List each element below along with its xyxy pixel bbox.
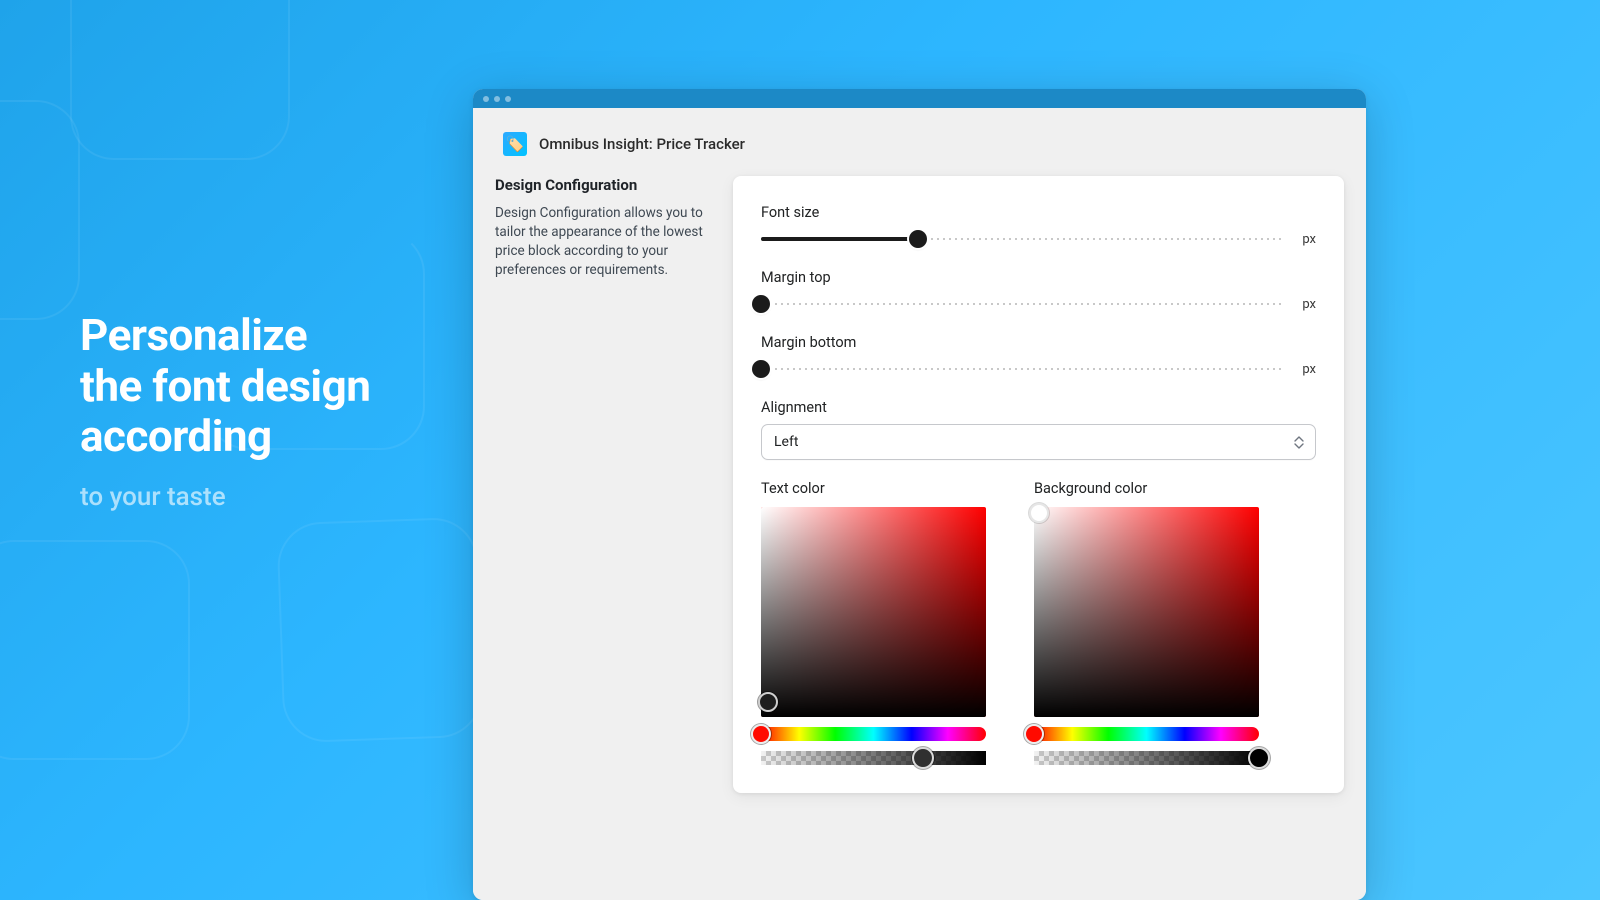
slider-rail: [761, 368, 1284, 371]
hero-headline-line: Personalize: [80, 309, 307, 361]
margin-bottom-unit: px: [1298, 362, 1316, 377]
sidebar-heading: Design Configuration: [495, 176, 715, 194]
hero-text: Personalize the font design according to…: [80, 310, 370, 512]
margin-bottom-slider[interactable]: [761, 359, 1284, 379]
slider-track: [761, 237, 918, 241]
select-chevrons-icon: [1293, 435, 1305, 449]
background-color-cursor[interactable]: [1029, 503, 1049, 523]
text-color-label: Text color: [761, 480, 986, 497]
text-color-hue-slider[interactable]: [761, 727, 986, 741]
window-control-zoom-icon[interactable]: [505, 96, 511, 102]
margin-top-label: Margin top: [761, 269, 1316, 286]
font-size-slider[interactable]: [761, 229, 1284, 249]
margin-top-field: Margin top px: [761, 269, 1316, 314]
font-size-unit: px: [1298, 232, 1316, 247]
background-color-label: Background color: [1034, 480, 1259, 497]
text-color-cursor[interactable]: [758, 692, 778, 712]
app-window: 🏷️ Omnibus Insight: Price Tracker Design…: [473, 89, 1366, 900]
margin-top-slider[interactable]: [761, 294, 1284, 314]
alignment-label: Alignment: [761, 399, 1316, 416]
slider-rail: [761, 303, 1284, 306]
text-color-saturation-area[interactable]: [761, 507, 986, 717]
bg-shape: [0, 540, 190, 760]
alignment-field: Alignment Left: [761, 399, 1316, 460]
app-tag-icon: 🏷️: [503, 132, 527, 156]
app-title: Omnibus Insight: Price Tracker: [539, 135, 745, 153]
bg-shape: [276, 517, 484, 744]
bg-shape: [0, 100, 80, 320]
swatch-black-layer: [1034, 507, 1259, 717]
hero-headline-line: the font design: [80, 360, 370, 412]
background-color-picker: Background color: [1034, 480, 1259, 765]
font-size-label: Font size: [761, 204, 1316, 221]
app-body: 🏷️ Omnibus Insight: Price Tracker Design…: [473, 108, 1366, 900]
color-pickers-row: Text color: [761, 480, 1316, 765]
window-titlebar: [473, 89, 1366, 108]
alpha-thumb[interactable]: [912, 747, 934, 769]
background-color-hue-slider[interactable]: [1034, 727, 1259, 741]
hue-thumb[interactable]: [1024, 724, 1044, 744]
background-color-alpha-slider[interactable]: [1034, 751, 1259, 765]
text-color-alpha-slider[interactable]: [761, 751, 986, 765]
slider-thumb[interactable]: [909, 230, 927, 248]
hero-headline-line: according: [80, 410, 272, 462]
app-header: 🏷️ Omnibus Insight: Price Tracker: [473, 108, 1366, 176]
background-color-saturation-area[interactable]: [1034, 507, 1259, 717]
alpha-gradient: [1034, 751, 1259, 765]
bg-shape: [70, 0, 290, 160]
margin-bottom-label: Margin bottom: [761, 334, 1316, 351]
window-control-close-icon[interactable]: [483, 96, 489, 102]
font-size-field: Font size px: [761, 204, 1316, 249]
slider-thumb[interactable]: [752, 295, 770, 313]
config-sidebar: Design Configuration Design Configuratio…: [495, 176, 715, 793]
alpha-gradient: [761, 751, 986, 765]
design-config-card: Font size px Margin top: [733, 176, 1344, 793]
hero-headline: Personalize the font design according: [80, 310, 370, 462]
alpha-thumb[interactable]: [1248, 747, 1270, 769]
content-area: Design Configuration Design Configuratio…: [473, 176, 1366, 815]
hero-subtitle: to your taste: [80, 482, 370, 512]
alignment-select[interactable]: Left: [761, 424, 1316, 460]
hue-thumb[interactable]: [751, 724, 771, 744]
sidebar-description: Design Configuration allows you to tailo…: [495, 204, 715, 280]
margin-bottom-field: Margin bottom px: [761, 334, 1316, 379]
margin-top-unit: px: [1298, 297, 1316, 312]
slider-thumb[interactable]: [752, 360, 770, 378]
alignment-value: Left: [774, 434, 798, 450]
swatch-black-layer: [761, 507, 986, 717]
window-control-minimize-icon[interactable]: [494, 96, 500, 102]
text-color-picker: Text color: [761, 480, 986, 765]
